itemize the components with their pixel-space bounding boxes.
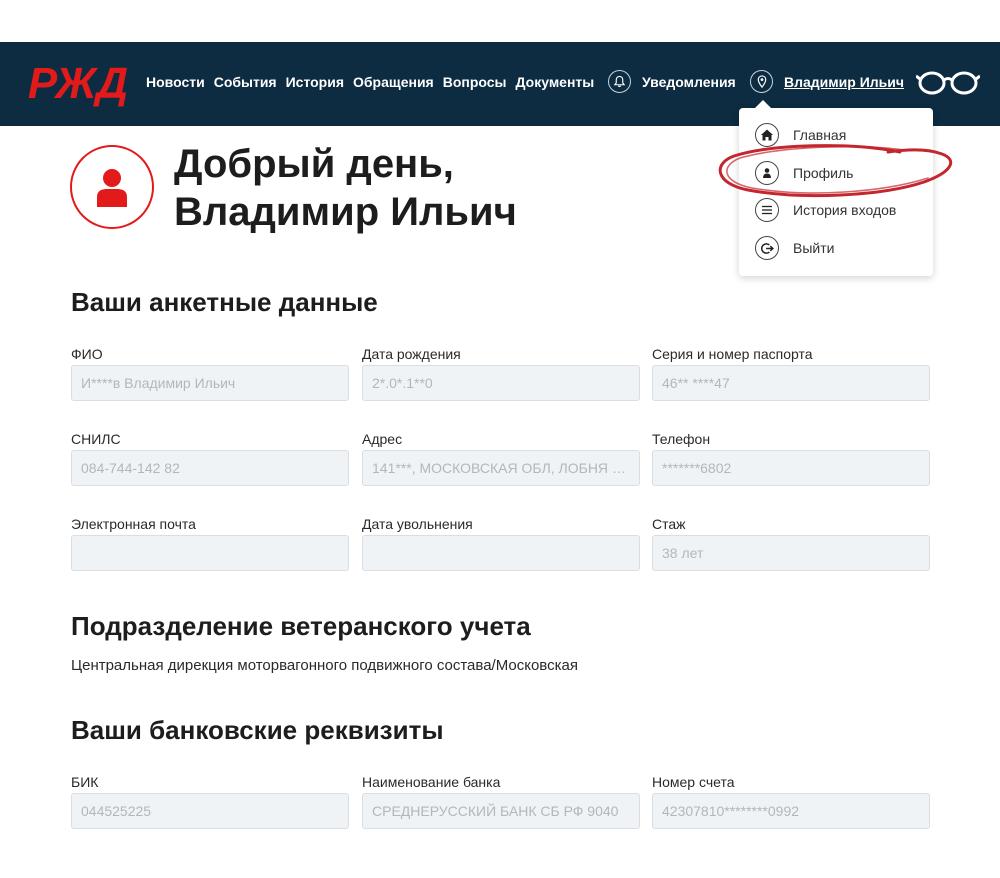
- logout-icon: [755, 236, 779, 260]
- dismissal-date-field[interactable]: [362, 535, 640, 571]
- field-label-dismissal-date: Дата увольнения: [362, 516, 473, 532]
- field-label-email: Электронная почта: [71, 516, 196, 532]
- field-label-bik: БИК: [71, 774, 99, 790]
- rzd-logo[interactable]: РЖД: [24, 58, 132, 108]
- nav-item-documents[interactable]: Документы: [516, 74, 595, 90]
- seniority-field[interactable]: 38 лет: [652, 535, 930, 571]
- nav-item-history[interactable]: История: [286, 74, 344, 90]
- department-value: Центральная дирекция моторвагонного подв…: [71, 657, 578, 674]
- account-number-field[interactable]: 42307810********0992: [652, 793, 930, 829]
- passport-field[interactable]: 46** ****47: [652, 365, 930, 401]
- greeting-line-1: Добрый день,: [174, 142, 454, 186]
- field-label-seniority: Стаж: [652, 516, 686, 532]
- nav-item-events[interactable]: События: [214, 74, 277, 90]
- menu-lines-icon: [755, 198, 779, 222]
- user-menu-toggle[interactable]: Владимир Ильич: [750, 70, 904, 93]
- dropdown-item-profile[interactable]: Профиль: [755, 161, 853, 185]
- field-label-passport: Серия и номер паспорта: [652, 346, 813, 362]
- svg-text:РЖД: РЖД: [28, 59, 128, 108]
- field-label-bank-name: Наименование банка: [362, 774, 501, 790]
- user-dropdown-menu: Главная Профиль История входов Выйти: [739, 100, 933, 276]
- field-label-fio: ФИО: [71, 346, 103, 362]
- user-icon: [97, 169, 127, 207]
- glasses-icon[interactable]: [916, 70, 980, 96]
- dropdown-item-label: История входов: [793, 202, 897, 218]
- home-icon: [755, 123, 779, 147]
- field-label-birthdate: Дата рождения: [362, 346, 461, 362]
- greeting-line-2: Владимир Ильич: [174, 190, 517, 234]
- profile-section-title: Ваши анкетные данные: [71, 287, 378, 317]
- field-label-phone: Телефон: [652, 431, 711, 447]
- bik-field[interactable]: 044525225: [71, 793, 349, 829]
- bank-section-title: Ваши банковские реквизиты: [71, 715, 444, 745]
- dropdown-item-login-history[interactable]: История входов: [755, 198, 896, 222]
- dropdown-item-label: Главная: [793, 127, 847, 143]
- dropdown-item-label: Выйти: [793, 240, 835, 256]
- field-label-account-number: Номер счета: [652, 774, 735, 790]
- phone-field[interactable]: *******6802: [652, 450, 930, 486]
- nav-item-appeals[interactable]: Обращения: [353, 74, 434, 90]
- address-field[interactable]: 141***, МОСКОВСКАЯ ОБЛ, ЛОБНЯ Г,...: [362, 450, 640, 486]
- bell-icon: [608, 70, 631, 93]
- email-field[interactable]: [71, 535, 349, 571]
- notifications-label: Уведомления: [642, 73, 736, 90]
- field-label-snils: СНИЛС: [71, 431, 121, 447]
- user-icon: [755, 161, 779, 185]
- avatar: [70, 145, 154, 229]
- location-pin-icon: [750, 70, 773, 93]
- main-nav: Новости События История Обращения Вопрос…: [146, 74, 603, 90]
- birthdate-field[interactable]: 2*.0*.1**0: [362, 365, 640, 401]
- notifications-link[interactable]: Уведомления: [608, 70, 736, 93]
- snils-field[interactable]: 084-744-142 82: [71, 450, 349, 486]
- dropdown-item-label: Профиль: [793, 165, 854, 181]
- dropdown-item-logout[interactable]: Выйти: [755, 236, 834, 260]
- nav-item-news[interactable]: Новости: [146, 74, 205, 90]
- fio-field[interactable]: И****в Владимир Ильич: [71, 365, 349, 401]
- nav-item-questions[interactable]: Вопросы: [443, 74, 507, 90]
- department-section-title: Подразделение ветеранского учета: [71, 611, 531, 641]
- field-label-address: Адрес: [362, 431, 403, 447]
- bank-name-field[interactable]: СРЕДНЕРУССКИЙ БАНК СБ РФ 9040: [362, 793, 640, 829]
- dropdown-item-home[interactable]: Главная: [755, 123, 846, 147]
- page-title: Добрый день, Владимир Ильич: [174, 140, 674, 236]
- user-name-link: Владимир Ильич: [784, 73, 904, 90]
